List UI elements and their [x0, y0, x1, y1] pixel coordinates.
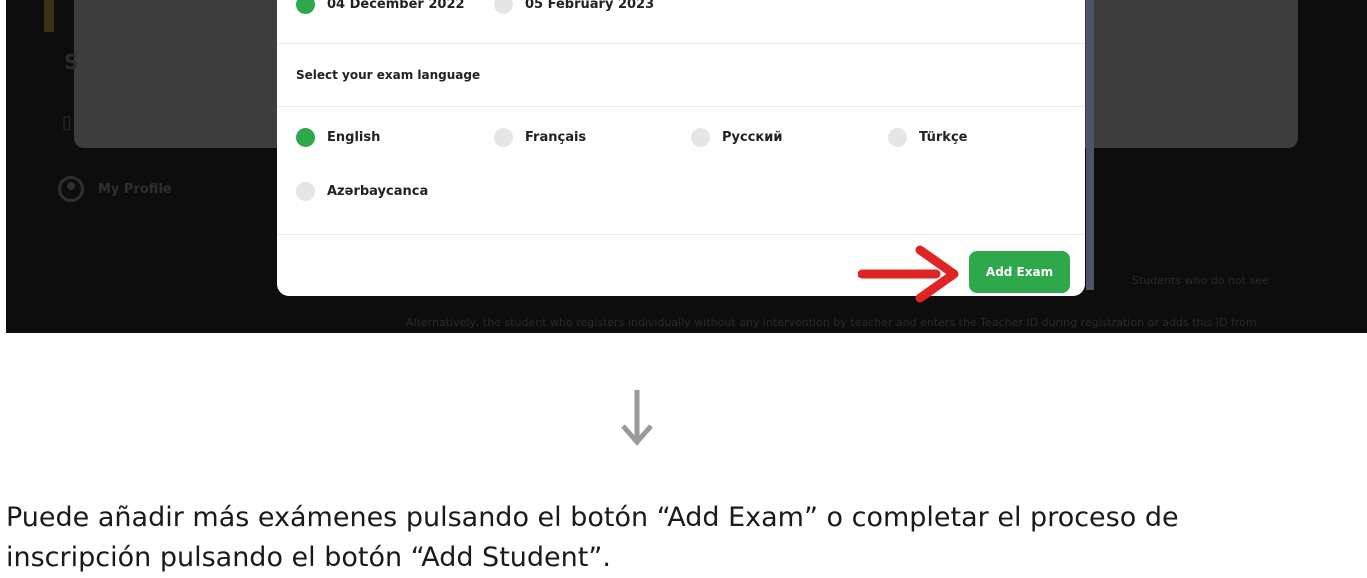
- radio-dot: [494, 0, 513, 14]
- background-note: Alternatively, the student who registers…: [406, 316, 1257, 329]
- radio-label: 04 December 2022: [327, 0, 465, 12]
- instruction-caption: Puede añadir más exámenes pulsando el bo…: [6, 498, 1367, 578]
- radio-dot: [888, 128, 907, 147]
- radio-dot: [296, 0, 315, 14]
- radio-label: Türkçe: [919, 130, 968, 145]
- radio-language-azerbaijani[interactable]: Azərbaycanca: [296, 182, 428, 201]
- background-fragment: S: [64, 50, 79, 74]
- red-arrow-annotation-icon: [858, 245, 959, 303]
- add-exam-button[interactable]: Add Exam: [969, 251, 1070, 293]
- section-title: Select your exam language: [296, 68, 481, 82]
- caption-line-2: inscripción pulsando el botón “Add Stude…: [6, 542, 611, 573]
- radio-language-french[interactable]: Français: [494, 128, 586, 147]
- radio-language-turkish[interactable]: Türkçe: [888, 128, 967, 147]
- radio-language-english[interactable]: English: [296, 128, 380, 147]
- background-note: Students who do not see: [1132, 274, 1269, 287]
- radio-date-1[interactable]: 04 December 2022: [296, 0, 465, 14]
- radio-label: Azərbaycanca: [327, 184, 429, 199]
- sidebar-item-label: My Profile: [98, 181, 172, 197]
- divider: [277, 43, 1085, 44]
- divider: [277, 106, 1085, 107]
- caption-line-1: Puede añadir más exámenes pulsando el bo…: [6, 502, 1179, 533]
- sidebar-item-my-profile[interactable]: My Profile: [58, 176, 172, 202]
- radio-dot: [296, 182, 315, 201]
- background-icon-fragment: ▯: [62, 112, 72, 133]
- radio-dot: [494, 128, 513, 147]
- user-icon: [58, 176, 84, 202]
- modal-scrollbar[interactable]: [1086, 0, 1094, 290]
- radio-label: Русский: [722, 130, 783, 145]
- divider: [277, 234, 1085, 235]
- down-arrow-icon: [621, 390, 653, 446]
- radio-label: Français: [525, 130, 587, 145]
- screenshot-frame: S ▯ My Profile Students who do not see A…: [6, 0, 1367, 333]
- radio-label: 05 February 2023: [525, 0, 655, 12]
- radio-language-russian[interactable]: Русский: [691, 128, 782, 147]
- radio-dot: [296, 128, 315, 147]
- radio-dot: [691, 128, 710, 147]
- radio-label: English: [327, 130, 381, 145]
- background-accent-bar: [44, 0, 54, 32]
- radio-date-2[interactable]: 05 February 2023: [494, 0, 654, 14]
